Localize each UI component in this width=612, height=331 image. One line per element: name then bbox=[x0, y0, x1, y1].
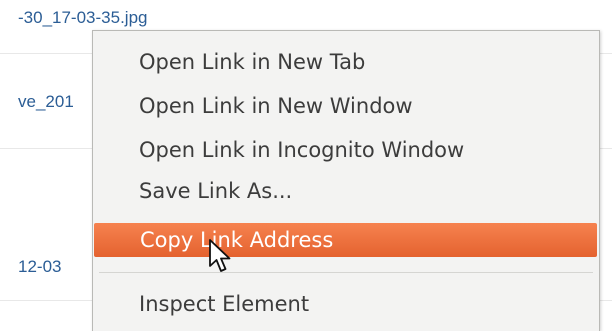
file-link-1[interactable]: -30_17-03-35.jpg bbox=[18, 8, 147, 28]
file-link-3[interactable]: 12-03 bbox=[18, 257, 61, 277]
menu-item-copy-link-address[interactable]: Copy Link Address bbox=[94, 223, 597, 257]
menu-item-inspect-element[interactable]: Inspect Element bbox=[93, 287, 599, 321]
menu-separator bbox=[99, 272, 593, 273]
context-menu: Open Link in New Tab Open Link in New Wi… bbox=[92, 30, 600, 331]
menu-item-open-new-tab[interactable]: Open Link in New Tab bbox=[93, 45, 599, 79]
file-link-2[interactable]: ve_201 bbox=[18, 92, 74, 112]
menu-item-open-incognito[interactable]: Open Link in Incognito Window bbox=[93, 133, 599, 167]
arrow-pointer-icon bbox=[209, 239, 231, 272]
menu-item-save-link-as[interactable]: Save Link As... bbox=[93, 174, 599, 208]
menu-item-open-new-window[interactable]: Open Link in New Window bbox=[93, 89, 599, 123]
